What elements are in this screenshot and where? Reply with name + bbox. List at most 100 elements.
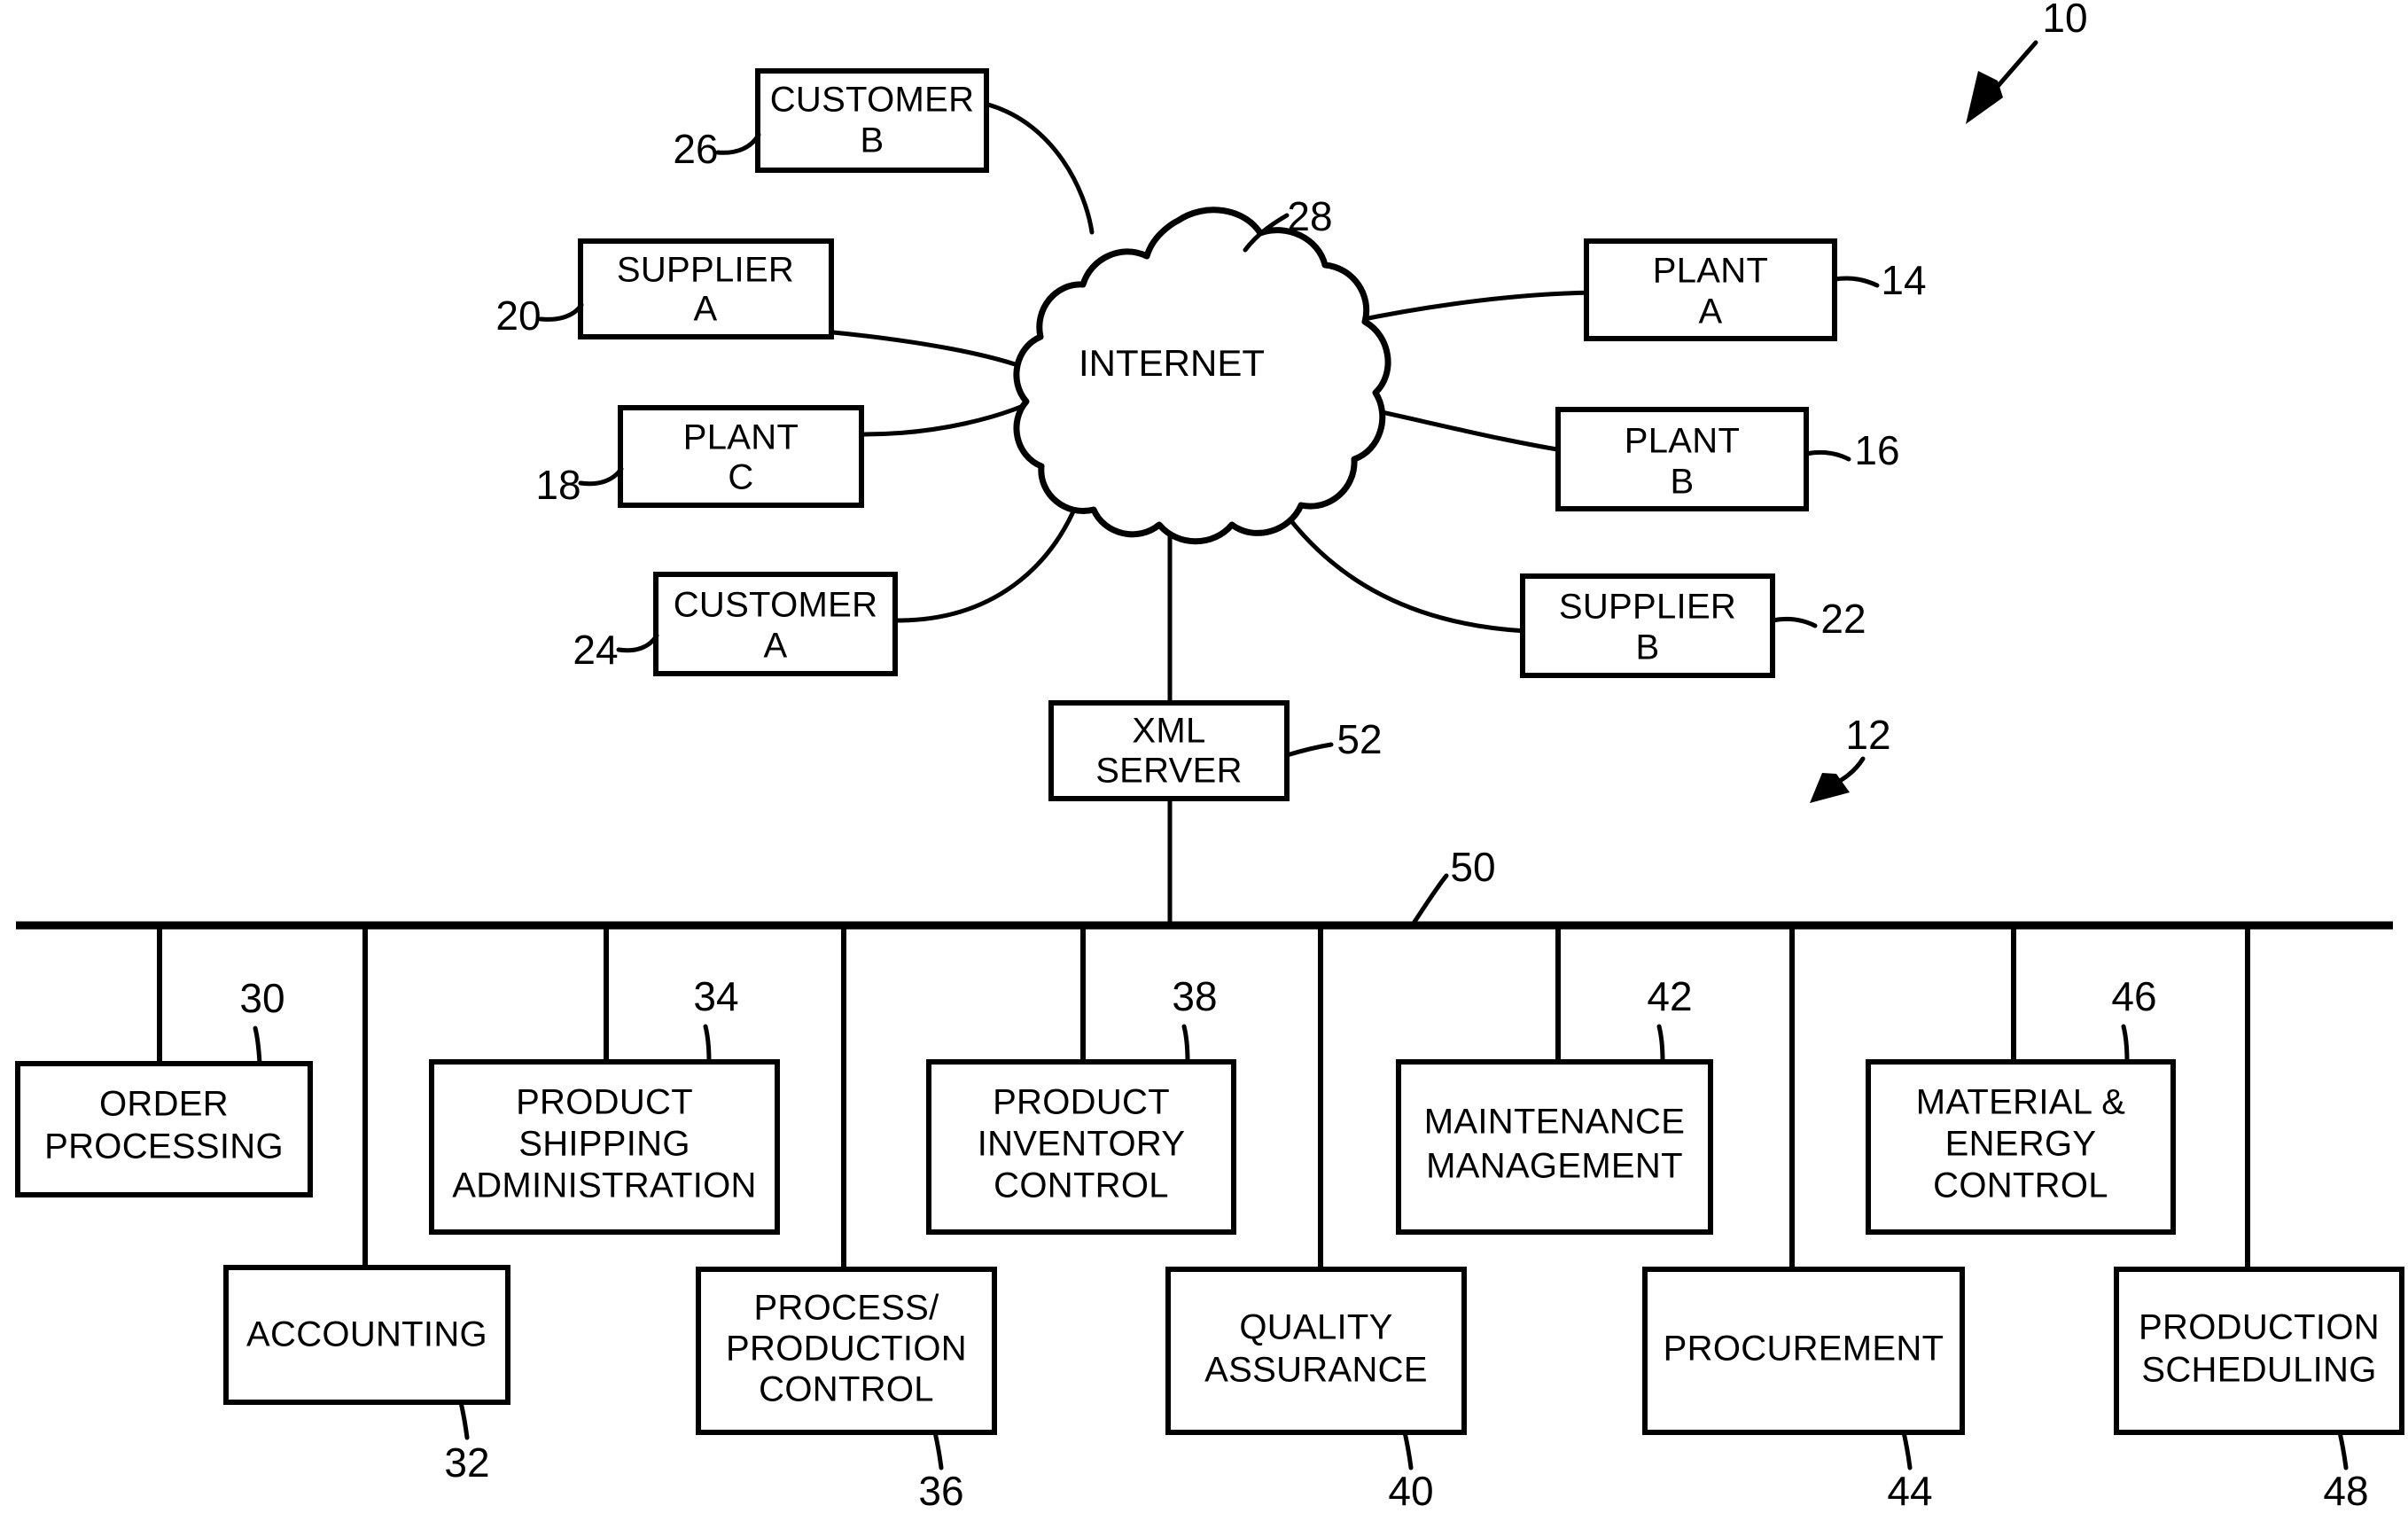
order-processing-line2: PROCESSING <box>44 1127 284 1166</box>
internet-cloud: INTERNET 28 <box>1013 193 1391 545</box>
product-inventory-line1: PRODUCT <box>993 1083 1170 1122</box>
leader-52 <box>1284 742 1334 758</box>
supplier-b-label-line2: B <box>1636 628 1660 667</box>
xml-server-label-line2: SERVER <box>1095 752 1243 791</box>
leader-22 <box>1770 616 1818 628</box>
ref-num-12: 12 <box>1845 712 1890 758</box>
ref-num-18: 18 <box>535 462 581 508</box>
quality-assurance-line2: ASSURANCE <box>1204 1351 1428 1390</box>
ref-num-30: 30 <box>239 975 284 1021</box>
leader-20 <box>538 302 584 322</box>
connector-supplier-a <box>830 330 1035 373</box>
node-customer-a[interactable]: CUSTOMER A 24 <box>573 572 898 676</box>
leader-48 <box>2337 1430 2349 1470</box>
node-plant-a[interactable]: PLANT A 14 <box>1584 238 1927 341</box>
connector-customer-b <box>986 102 1095 235</box>
module-quality-assurance[interactable]: QUALITY ASSURANCE 40 <box>1165 1267 1467 1514</box>
production-scheduling-line2: SCHEDULING <box>2141 1351 2376 1390</box>
supplier-a-label-line1: SUPPLIER <box>617 251 794 290</box>
connector-plant-c <box>861 398 1038 437</box>
node-supplier-b[interactable]: SUPPLIER B 22 <box>1520 573 1866 678</box>
ref-num-40: 40 <box>1388 1468 1433 1514</box>
customer-a-label-line2: A <box>764 627 788 666</box>
quality-assurance-line1: QUALITY <box>1239 1308 1392 1347</box>
leader-18 <box>578 466 624 487</box>
module-procurement[interactable]: PROCUREMENT 44 <box>1642 1267 1965 1514</box>
procurement-line1: PROCUREMENT <box>1664 1330 1944 1369</box>
product-shipping-line1: PRODUCT <box>516 1083 693 1122</box>
ref-num-52: 52 <box>1336 716 1382 762</box>
leader-24 <box>616 633 659 653</box>
module-maintenance-management[interactable]: MAINTENANCE MANAGEMENT 42 <box>1396 973 1713 1235</box>
leader-34 <box>703 1024 712 1065</box>
ref-num-36: 36 <box>918 1468 963 1514</box>
patent-figure: INTERNET 28 CUSTOMER B 26 SUPPLIER A 20 … <box>0 0 2408 1521</box>
plant-a-label-line2: A <box>1699 292 1723 332</box>
material-energy-line1: MATERIAL & <box>1916 1083 2125 1122</box>
leader-44 <box>1901 1430 1913 1470</box>
plant-b-label-line2: B <box>1671 463 1695 502</box>
customer-b-label-line2: B <box>861 121 884 160</box>
connector-customer-a <box>895 501 1079 623</box>
ref-num-42: 42 <box>1647 973 1692 1019</box>
plant-b-label-line1: PLANT <box>1625 422 1740 461</box>
customer-a-label-line1: CUSTOMER <box>674 586 878 625</box>
module-accounting[interactable]: ACCOUNTING 32 <box>223 1265 510 1486</box>
maintenance-management-line2: MANAGEMENT <box>1426 1147 1683 1186</box>
order-processing-line1: ORDER <box>99 1085 229 1124</box>
ref-num-10: 10 <box>2042 0 2087 41</box>
product-shipping-line2: SHIPPING <box>518 1125 690 1164</box>
ref-num-14: 14 <box>1881 257 1926 303</box>
ref-num-16: 16 <box>1854 427 1899 473</box>
leader-36 <box>932 1430 944 1470</box>
ref-num-38: 38 <box>1172 973 1217 1019</box>
leader-32 <box>458 1400 470 1440</box>
production-scheduling-line1: PRODUCTION <box>2139 1308 2380 1347</box>
process-production-line1: PROCESS/ <box>753 1289 939 1328</box>
product-inventory-line3: CONTROL <box>994 1166 1169 1205</box>
ref-num-26: 26 <box>673 126 718 172</box>
leader-26 <box>715 132 761 155</box>
module-order-processing[interactable]: ORDER PROCESSING 30 <box>15 975 313 1197</box>
ref-num-50: 50 <box>1450 844 1495 890</box>
arrow-head-10 <box>1966 71 2003 124</box>
ref-num-22: 22 <box>1820 596 1866 642</box>
material-energy-line3: CONTROL <box>1933 1166 2108 1205</box>
node-customer-b[interactable]: CUSTOMER B 26 <box>673 68 989 173</box>
leader-30 <box>253 1026 262 1066</box>
system-ref-12-callout: 12 <box>1810 712 1891 803</box>
connector-supplier-b <box>1274 498 1529 634</box>
accounting-line1: ACCOUNTING <box>246 1315 487 1354</box>
leader-50 <box>1408 873 1449 930</box>
plant-c-label-line2: C <box>728 458 753 497</box>
maintenance-management-line1: MAINTENANCE <box>1424 1103 1685 1142</box>
product-shipping-line3: ADMINISTRATION <box>452 1166 756 1205</box>
ref-num-46: 46 <box>2111 973 2156 1019</box>
supplier-b-label-line1: SUPPLIER <box>1559 588 1736 627</box>
supplier-a-label-line2: A <box>694 290 718 329</box>
ref-num-24: 24 <box>573 627 618 673</box>
leader-16 <box>1804 449 1851 462</box>
ref-num-48: 48 <box>2323 1468 2368 1514</box>
cloud-label: INTERNET <box>1079 342 1265 384</box>
material-energy-line2: ENERGY <box>1945 1125 2097 1164</box>
product-inventory-line2: INVENTORY <box>978 1125 1186 1164</box>
process-production-line3: CONTROL <box>759 1370 934 1409</box>
node-xml-server[interactable]: XML SERVER 52 <box>1048 700 1383 801</box>
leader-42 <box>1656 1024 1665 1065</box>
node-plant-b[interactable]: PLANT B 16 <box>1555 407 1900 511</box>
module-production-scheduling[interactable]: PRODUCTION SCHEDULING 48 <box>2114 1267 2404 1514</box>
leader-46 <box>2121 1024 2130 1065</box>
ref-num-32: 32 <box>444 1439 489 1486</box>
node-plant-c[interactable]: PLANT C 18 <box>535 405 864 508</box>
module-process-production-control[interactable]: PROCESS/ PRODUCTION CONTROL 36 <box>696 1267 997 1514</box>
ref-num-44: 44 <box>1887 1468 1932 1514</box>
plant-c-label-line1: PLANT <box>683 418 799 457</box>
ref-num-34: 34 <box>693 973 738 1019</box>
node-supplier-a[interactable]: SUPPLIER A 20 <box>495 238 834 339</box>
network-bus: 50 <box>16 844 2393 930</box>
module-material-energy-control[interactable]: MATERIAL & ENERGY CONTROL 46 <box>1866 973 2176 1235</box>
leader-10-shaft <box>1991 40 2038 93</box>
xml-server-label-line1: XML <box>1132 712 1205 751</box>
system-ref-10-callout: 10 <box>1966 0 2088 124</box>
